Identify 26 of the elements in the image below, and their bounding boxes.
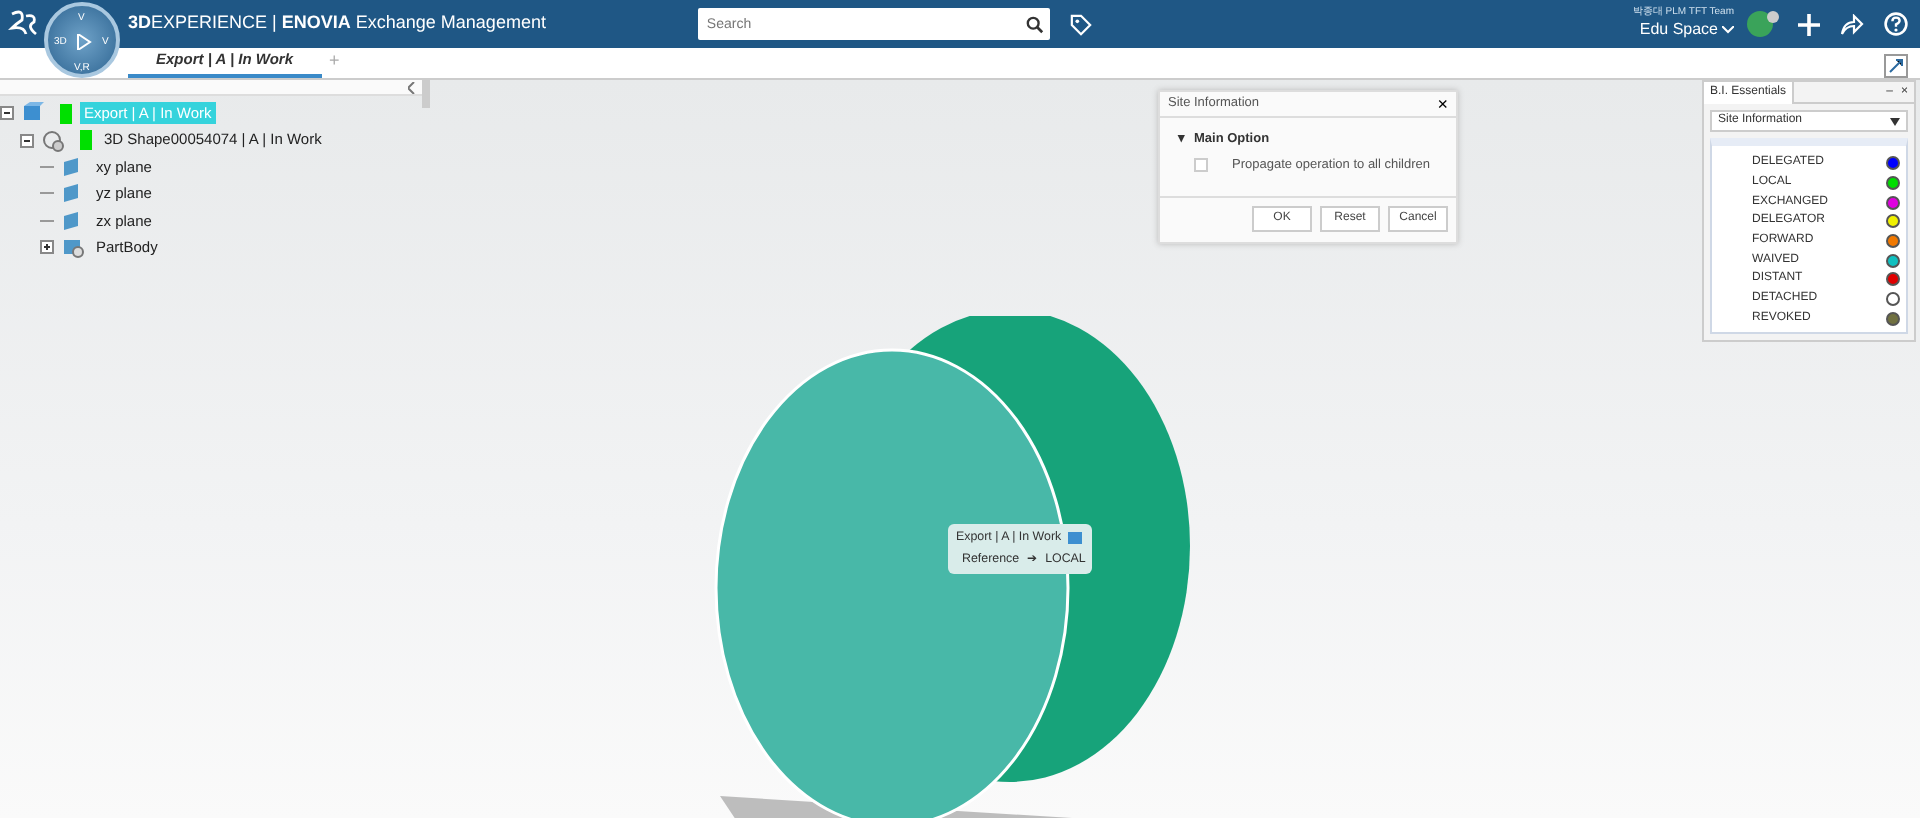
share-icon[interactable]	[1840, 13, 1864, 35]
app-title: 3DEXPERIENCE | ENOVIA Exchange Management	[128, 10, 546, 37]
tag-icon[interactable]	[1070, 13, 1093, 35]
body-icon	[62, 236, 84, 259]
plane-icon	[62, 182, 84, 205]
plane-icon	[62, 155, 84, 178]
shape-icon	[42, 129, 64, 152]
caret-icon	[1890, 117, 1900, 125]
play-icon[interactable]	[76, 34, 92, 50]
checkbox[interactable]	[1194, 158, 1208, 173]
plane-icon	[62, 209, 84, 232]
expand-toggle-icon[interactable]	[40, 240, 54, 255]
space-dropdown[interactable]: Edu Space	[1639, 17, 1734, 41]
plus-icon[interactable]	[1798, 13, 1820, 35]
close-button[interactable]: ×	[1437, 95, 1448, 113]
brand-logo-icon	[8, 8, 40, 40]
collapse-corner-icon[interactable]	[1884, 54, 1908, 78]
search-icon[interactable]	[1026, 16, 1045, 34]
caret-icon	[1722, 25, 1734, 33]
collapse-toggle-icon[interactable]	[0, 106, 14, 121]
help-icon[interactable]	[1884, 12, 1908, 36]
product-icon	[1068, 529, 1084, 546]
collapse-icon[interactable]	[408, 82, 416, 94]
avatar-icon[interactable]	[1746, 10, 1780, 38]
collapse-toggle-icon[interactable]	[20, 133, 34, 148]
product-icon	[22, 102, 44, 125]
